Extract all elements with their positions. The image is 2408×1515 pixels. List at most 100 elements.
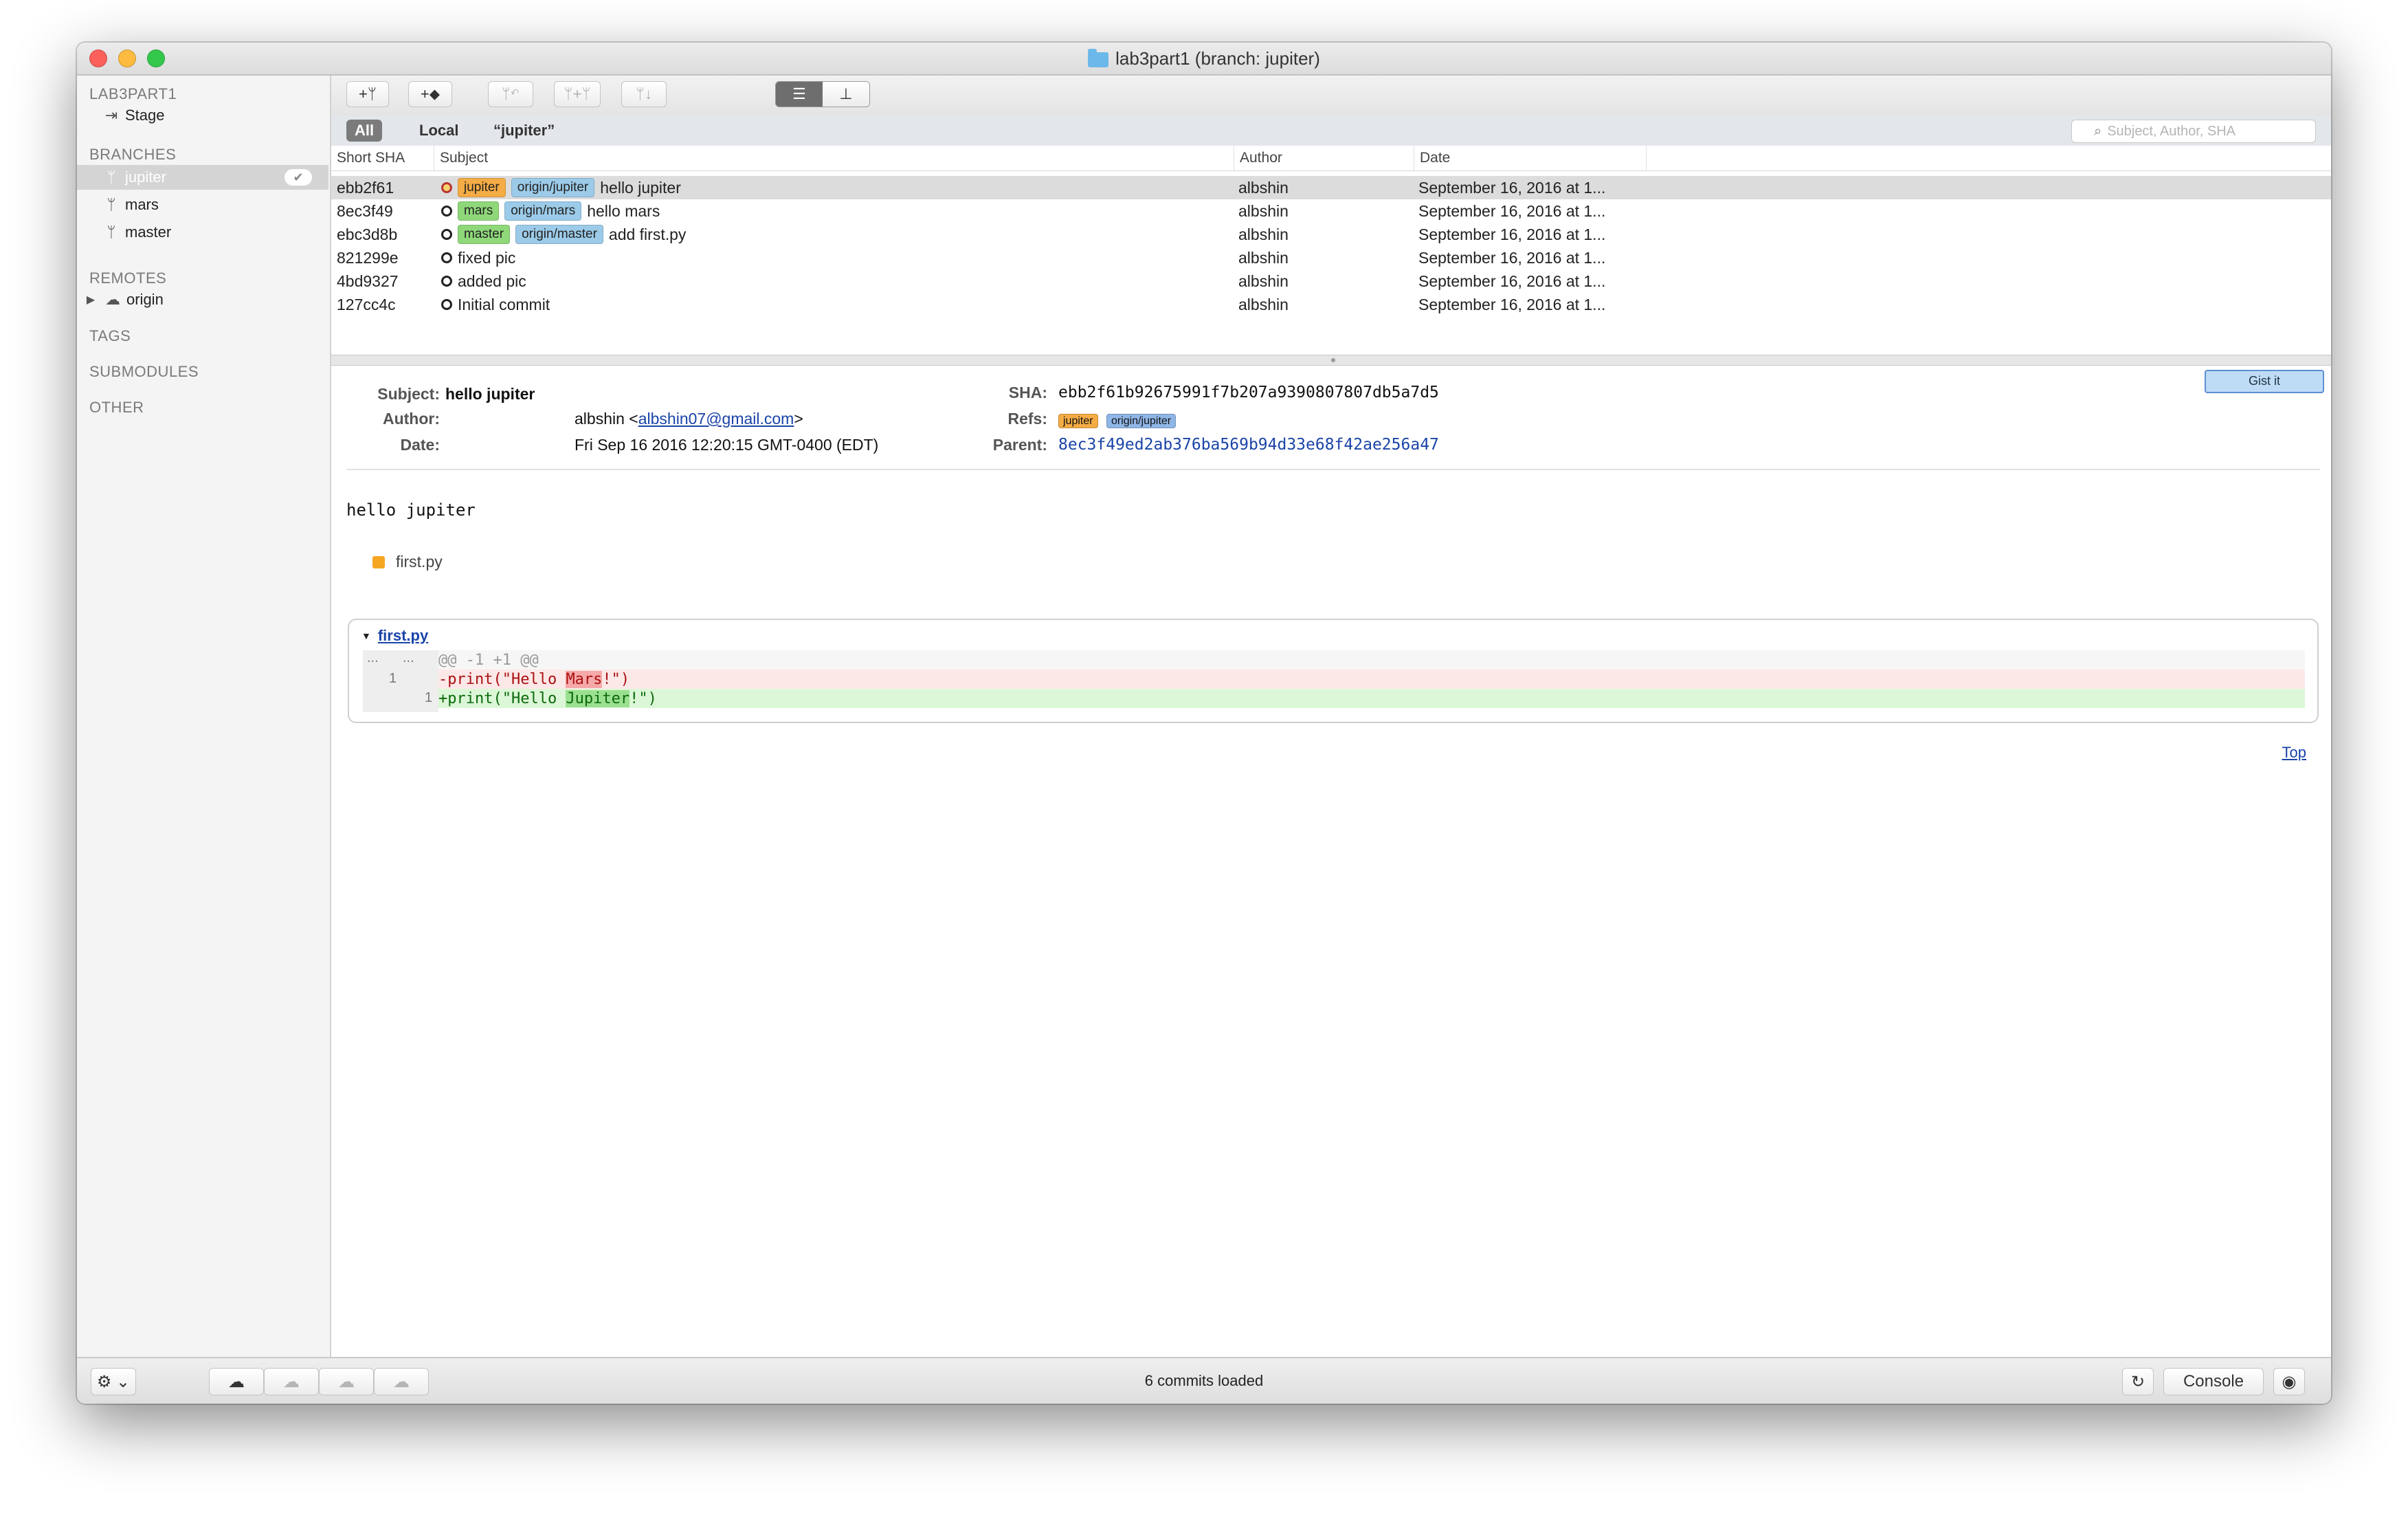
commit-author: albshin	[1238, 295, 1289, 313]
sidebar-item-label: master	[125, 223, 172, 241]
add-tag-button[interactable]: +⬥	[408, 81, 452, 107]
column-header-sha[interactable]: Short SHA	[331, 146, 434, 170]
table-row[interactable]: ebb2f61 jupiter origin/jupiter hello jup…	[331, 176, 2331, 199]
commit-author: albshin	[1238, 178, 1289, 197]
branches-header: BRANCHES	[89, 146, 177, 163]
sidebar-item-mars[interactable]: ᛘ mars	[77, 192, 328, 217]
rebase-icon: ᛘ↓	[635, 85, 653, 102]
filter-all[interactable]: All	[346, 120, 383, 142]
graph-node-icon	[441, 252, 452, 263]
window-title-wrap: lab3part1 (branch: jupiter)	[77, 43, 2331, 74]
column-header-author[interactable]: Author	[1234, 146, 1414, 170]
parent-label: Parent:	[992, 436, 1047, 454]
bottom-bar: ⚙ ⌄ ☁ ☁ ☁ ☁ 6 commits loaded ↻ Console ◉	[77, 1357, 2331, 1404]
console-button[interactable]: Console	[2163, 1368, 2264, 1395]
branch-icon: ᛘ	[107, 168, 116, 186]
cherry-pick-icon: ᛘ+ᛘ	[564, 85, 591, 102]
remotes-header: REMOTES	[89, 269, 167, 287]
commit-subject: added pic	[458, 272, 526, 290]
split-view-divider[interactable]	[331, 355, 2331, 366]
filter-current-branch[interactable]: “jupiter”	[485, 120, 563, 142]
cherry-pick-button[interactable]: ᛘ+ᛘ	[554, 81, 601, 107]
diff-added-line: +print("Hello Jupiter !")	[438, 689, 2305, 708]
commit-sha: 127cc4c	[337, 295, 396, 313]
ref-badge: jupiter	[1058, 414, 1098, 428]
add-branch-button[interactable]: +ᛘ	[346, 81, 389, 107]
sidebar-item-stage[interactable]: ⇥ Stage	[77, 103, 328, 128]
commit-subject-cell: mars origin/mars hello mars	[434, 199, 1231, 223]
repo-label: LAB3PART1	[89, 85, 177, 102]
branch-icon: ᛘ	[107, 223, 116, 241]
commit-sha: 4bd9327	[337, 272, 399, 290]
add-tag-icon: +⬥	[420, 85, 441, 102]
diff-deleted-line: -print("Hello Mars !")	[438, 670, 2305, 689]
ref-badge: jupiter	[458, 178, 506, 197]
search-icon: ⌕	[2094, 123, 2102, 139]
diff-file-header[interactable]: ▼ first.py	[361, 627, 428, 645]
sidebar-item-label: jupiter	[125, 168, 166, 186]
sidebar-item-label: Stage	[125, 107, 165, 124]
tree-view-button[interactable]: ⊥	[823, 82, 869, 107]
list-view-icon: ☰	[792, 85, 806, 102]
commit-date: September 16, 2016 at 1...	[1418, 201, 1606, 220]
subject-label: Subject:	[377, 385, 440, 403]
sidebar: LAB3PART1 ⇥ Stage BRANCHES ᛘ jupiter ✔ ᛘ…	[77, 76, 331, 1358]
submodules-header[interactable]: SUBMODULES	[89, 363, 199, 381]
commit-date: September 16, 2016 at 1...	[1418, 248, 1606, 267]
date-label: Date:	[400, 436, 440, 454]
sidebar-item-master[interactable]: ᛘ master	[77, 220, 328, 245]
column-header-subject[interactable]: Subject	[434, 146, 1234, 170]
graph-node-icon	[441, 182, 452, 193]
disclosure-triangle-icon[interactable]: ▶	[82, 293, 99, 307]
detail-date: Fri Sep 16 2016 12:20:15 GMT-0400 (EDT)	[575, 436, 879, 454]
ref-badge: origin/mars	[504, 201, 582, 221]
toolbar: +ᛘ +⬥ ᛘ↶ ᛘ+ᛘ ᛘ↓ ☰ ⊥	[331, 76, 2331, 116]
commit-date: September 16, 2016 at 1...	[1418, 178, 1606, 197]
list-view-button[interactable]: ☰	[776, 82, 823, 107]
gutter-new-ellipsis: ...	[403, 650, 414, 665]
refresh-button[interactable]: ↻	[2122, 1368, 2154, 1395]
sidebar-item-origin[interactable]: ▶ ☁ origin	[77, 287, 328, 312]
modified-file-icon	[372, 555, 385, 568]
detail-divider	[346, 469, 2320, 470]
sha-label: SHA:	[1008, 384, 1047, 401]
search-input[interactable]: ⌕ Subject, Author, SHA	[2071, 120, 2316, 143]
graph-node-icon	[441, 206, 452, 217]
detail-subject: hello jupiter	[445, 385, 535, 403]
ref-badge: master	[458, 225, 511, 244]
table-row[interactable]: 821299e fixed pic albshin September 16, …	[331, 246, 2331, 269]
merge-button[interactable]: ᛘ↶	[488, 81, 533, 107]
inspect-button[interactable]: ◉	[2273, 1368, 2305, 1395]
graph-node-icon	[441, 299, 452, 310]
rebase-button[interactable]: ᛘ↓	[621, 81, 667, 107]
new-line-number: 1	[425, 690, 433, 705]
author-email-link[interactable]: albshin07@gmail.com	[638, 410, 794, 428]
table-row[interactable]: 4bd9327 added pic albshin September 16, …	[331, 269, 2331, 293]
diff-word-highlight: Jupiter	[566, 689, 630, 707]
filter-local[interactable]: Local	[411, 120, 467, 142]
author-name: albshin <	[575, 410, 638, 428]
ref-badge: origin/master	[515, 225, 603, 244]
commit-sha: 821299e	[337, 248, 399, 267]
sidebar-item-jupiter[interactable]: ᛘ jupiter ✔	[77, 165, 328, 190]
sidebar-item-label: origin	[126, 291, 164, 308]
diff-file-link[interactable]: first.py	[378, 627, 428, 645]
commit-sha: ebb2f61	[337, 178, 394, 197]
table-row[interactable]: 8ec3f49 mars origin/mars hello mars albs…	[331, 199, 2331, 223]
parent-sha-link[interactable]: 8ec3f49ed2ab376ba569b94d33e68f42ae256a47	[1058, 436, 1439, 454]
changed-file-item[interactable]: first.py	[372, 553, 443, 571]
commit-author: albshin	[1238, 272, 1289, 290]
detail-sha: ebb2f61b92675991f7b207a9390807807db5a7d5	[1058, 384, 1439, 401]
gist-it-button[interactable]: Gist it	[2205, 370, 2324, 393]
table-row[interactable]: ebc3d8b master origin/master add first.p…	[331, 223, 2331, 246]
top-link[interactable]: Top	[2282, 744, 2306, 762]
status-text: 6 commits loaded	[1144, 1372, 1264, 1389]
column-header-date[interactable]: Date	[1414, 146, 1647, 170]
other-header[interactable]: OTHER	[89, 399, 144, 417]
table-row[interactable]: 127cc4c Initial commit albshin September…	[331, 293, 2331, 316]
diff-word-highlight: Mars	[566, 670, 603, 688]
commit-detail: Gist it Subject: hello jupiter Author: a…	[331, 366, 2331, 1358]
sidebar-item-label: mars	[125, 196, 159, 213]
tags-header[interactable]: TAGS	[89, 327, 131, 345]
author-email-suffix: >	[794, 410, 803, 428]
